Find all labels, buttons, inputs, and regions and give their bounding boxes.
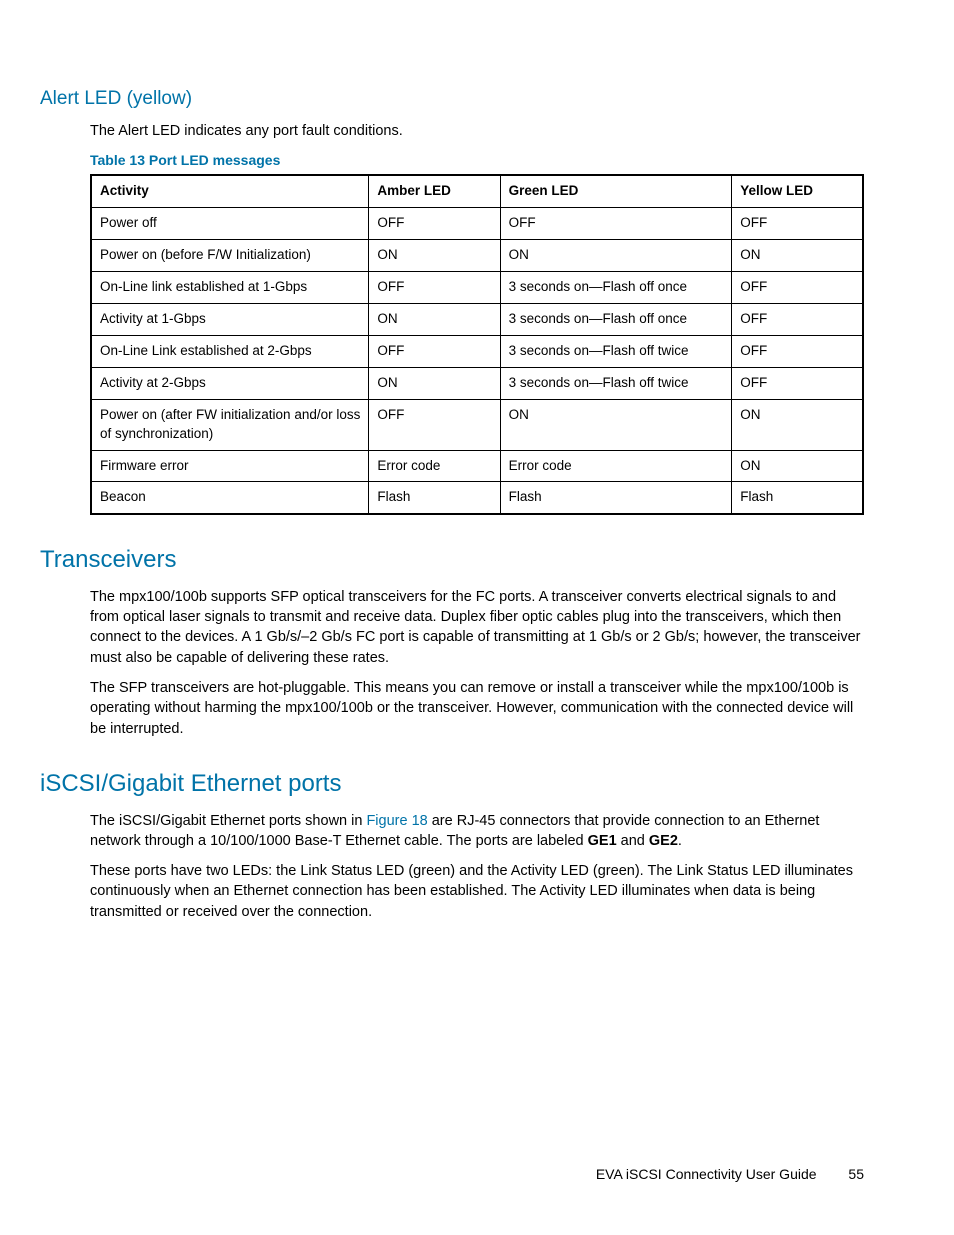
label-ge1: GE1: [588, 833, 617, 849]
table-cell: ON: [369, 304, 500, 336]
label-ge2: GE2: [649, 833, 678, 849]
table-cell: Beacon: [91, 482, 369, 514]
text-run: and: [617, 833, 649, 849]
page-footer: EVA iSCSI Connectivity User Guide 55: [596, 1165, 864, 1185]
table-cell: Activity at 2-Gbps: [91, 367, 369, 399]
footer-title: EVA iSCSI Connectivity User Guide: [596, 1166, 817, 1182]
text-run: .: [678, 833, 682, 849]
table-cell: Error code: [369, 450, 500, 482]
table-cell: Flash: [732, 482, 863, 514]
para-iscsi-1: The iSCSI/Gigabit Ethernet ports shown i…: [90, 811, 864, 852]
table-cell: 3 seconds on—Flash off once: [500, 272, 732, 304]
table-cell: OFF: [369, 272, 500, 304]
table-cell: OFF: [732, 304, 863, 336]
heading-iscsi: iSCSI/Gigabit Ethernet ports: [40, 767, 864, 801]
table-cell: Error code: [500, 450, 732, 482]
table-cell: ON: [500, 399, 732, 450]
table-cell: Activity at 1-Gbps: [91, 304, 369, 336]
table-cell: ON: [500, 240, 732, 272]
heading-alert-led: Alert LED (yellow): [40, 86, 864, 113]
th-activity: Activity: [91, 175, 369, 207]
table-cell: ON: [369, 240, 500, 272]
th-yellow: Yellow LED: [732, 175, 863, 207]
table-cell: OFF: [732, 272, 863, 304]
link-figure-18[interactable]: Figure 18: [366, 813, 427, 829]
th-green: Green LED: [500, 175, 732, 207]
table-cell: OFF: [369, 335, 500, 367]
table-cell: On-Line Link established at 2-Gbps: [91, 335, 369, 367]
table-cell: OFF: [732, 208, 863, 240]
table-cell: 3 seconds on—Flash off twice: [500, 335, 732, 367]
table-cell: OFF: [732, 367, 863, 399]
table-row: Activity at 2-GbpsON3 seconds on—Flash o…: [91, 367, 863, 399]
table-cell: ON: [369, 367, 500, 399]
table-cell: OFF: [369, 399, 500, 450]
table-port-led: Activity Amber LED Green LED Yellow LED …: [90, 174, 864, 515]
table-cell: ON: [732, 450, 863, 482]
table-cell: 3 seconds on—Flash off once: [500, 304, 732, 336]
heading-transceivers: Transceivers: [40, 543, 864, 577]
table-cell: On-Line link established at 1-Gbps: [91, 272, 369, 304]
table-cell: ON: [732, 399, 863, 450]
table-row: Power offOFFOFFOFF: [91, 208, 863, 240]
table-cell: Flash: [369, 482, 500, 514]
table-row: Power on (after FW initialization and/or…: [91, 399, 863, 450]
table-row: Activity at 1-GbpsON3 seconds on—Flash o…: [91, 304, 863, 336]
table-cell: OFF: [732, 335, 863, 367]
footer-page-number: 55: [848, 1165, 864, 1185]
table-row: On-Line Link established at 2-GbpsOFF3 s…: [91, 335, 863, 367]
para-transceivers-1: The mpx100/100b supports SFP optical tra…: [90, 587, 864, 668]
text-run: The iSCSI/Gigabit Ethernet ports shown i…: [90, 813, 366, 829]
table-row: Power on (before F/W Initialization)ONON…: [91, 240, 863, 272]
table-cell: OFF: [500, 208, 732, 240]
table-cell: Power off: [91, 208, 369, 240]
para-transceivers-2: The SFP transceivers are hot-pluggable. …: [90, 678, 864, 739]
table-row: BeaconFlashFlashFlash: [91, 482, 863, 514]
table-header-row: Activity Amber LED Green LED Yellow LED: [91, 175, 863, 207]
para-iscsi-2: These ports have two LEDs: the Link Stat…: [90, 861, 864, 922]
para-alert-led: The Alert LED indicates any port fault c…: [90, 121, 864, 141]
table-row: Firmware errorError codeError codeON: [91, 450, 863, 482]
table-cell: 3 seconds on—Flash off twice: [500, 367, 732, 399]
th-amber: Amber LED: [369, 175, 500, 207]
table-cell: Power on (before F/W Initialization): [91, 240, 369, 272]
table-cell: OFF: [369, 208, 500, 240]
table-caption: Table 13 Port LED messages: [90, 151, 864, 171]
table-cell: Firmware error: [91, 450, 369, 482]
table-cell: ON: [732, 240, 863, 272]
table-cell: Power on (after FW initialization and/or…: [91, 399, 369, 450]
table-cell: Flash: [500, 482, 732, 514]
table-row: On-Line link established at 1-GbpsOFF3 s…: [91, 272, 863, 304]
